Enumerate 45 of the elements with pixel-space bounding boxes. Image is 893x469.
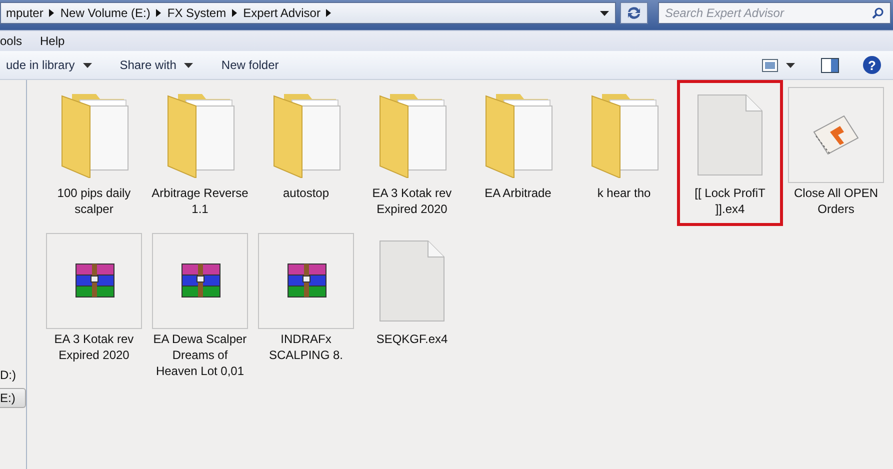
file-item[interactable]: k hear tho bbox=[571, 80, 677, 226]
file-item[interactable]: SEQKGF.ex4 bbox=[359, 226, 465, 388]
drive-item[interactable]: E:) bbox=[0, 388, 26, 408]
refresh-icon[interactable] bbox=[620, 2, 648, 24]
menu-item[interactable]: Help bbox=[31, 34, 74, 48]
file-name: EA Dewa Scalper Dreams of Heaven Lot 0,01 bbox=[152, 331, 248, 379]
preview-pane-icon[interactable] bbox=[821, 58, 839, 72]
file-name: k hear tho bbox=[596, 185, 652, 201]
file-name: EA 3 Kotak rev Expired 2020 bbox=[53, 331, 135, 363]
breadcrumb[interactable]: mputer bbox=[0, 6, 50, 20]
file-item[interactable]: EA 3 Kotak rev Expired 2020 bbox=[359, 80, 465, 226]
file-name: autostop bbox=[282, 185, 330, 201]
document-icon bbox=[378, 239, 446, 323]
drive-item[interactable]: D:) bbox=[0, 366, 26, 384]
help-button[interactable]: ? bbox=[863, 56, 881, 74]
file-item[interactable]: [[ Lock ProfiT ]].ex4 bbox=[677, 80, 783, 226]
breadcrumb[interactable]: Expert Advisor bbox=[237, 6, 326, 20]
file-name: 100 pips daily scalper bbox=[56, 185, 132, 217]
search-field[interactable]: Search Expert Advisor bbox=[658, 2, 891, 24]
file-item[interactable]: Arbitrage Reverse 1.1 bbox=[147, 80, 253, 226]
chevron-icon[interactable] bbox=[326, 9, 332, 17]
breadcrumb[interactable]: FX System bbox=[161, 6, 232, 20]
search-input[interactable]: Search Expert Advisor bbox=[659, 5, 866, 21]
file-item[interactable]: 100 pips daily scalper bbox=[41, 80, 147, 226]
toolbar-button[interactable]: Share with bbox=[112, 54, 202, 76]
document-icon bbox=[696, 93, 764, 177]
toolbar-button[interactable]: New folder bbox=[213, 54, 287, 76]
file-item[interactable]: autostop bbox=[253, 80, 359, 226]
menu-item[interactable]: ools bbox=[0, 34, 32, 48]
file-name: EA 3 Kotak rev Expired 2020 bbox=[371, 185, 453, 217]
file-name: [[ Lock ProfiT ]].ex4 bbox=[694, 185, 766, 217]
file-item[interactable]: EA Arbitrade bbox=[465, 80, 571, 226]
chevron-icon[interactable] bbox=[49, 9, 54, 17]
breadcrumb[interactable]: New Volume (E:) bbox=[54, 6, 156, 20]
chevron-icon[interactable] bbox=[156, 9, 162, 17]
file-name: EA Arbitrade bbox=[484, 185, 552, 201]
view-icon[interactable] bbox=[762, 58, 778, 72]
file-name: Arbitrage Reverse 1.1 bbox=[150, 185, 250, 217]
address-bar[interactable]: mputer New Volume (E:) FX System Expert Advisor bbox=[0, 2, 616, 24]
chevron-icon[interactable] bbox=[232, 9, 238, 17]
file-name: SEQKGF.ex4 bbox=[375, 331, 449, 347]
file-name: INDRAFx SCALPING 8. bbox=[268, 331, 344, 363]
toolbar-button[interactable]: ude in library bbox=[0, 54, 100, 76]
file-name: Close All OPEN Orders bbox=[792, 185, 880, 217]
caret-icon[interactable] bbox=[786, 62, 795, 68]
